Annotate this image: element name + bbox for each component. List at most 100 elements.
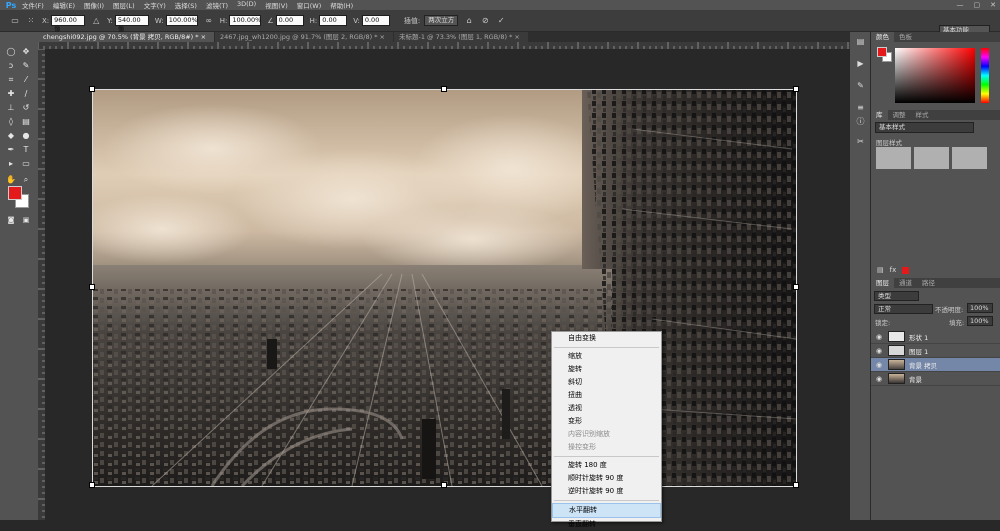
red-color-icon[interactable]: [902, 266, 910, 274]
close-icon[interactable]: ✕: [990, 1, 996, 9]
vskew-input[interactable]: 0.00: [361, 15, 390, 26]
layer-row[interactable]: ◉ 背景 拷贝: [871, 358, 1000, 372]
styles-panel-tab[interactable]: 样式: [911, 110, 934, 120]
transform-handle-top[interactable]: [441, 86, 447, 92]
transform-handle-bottom[interactable]: [441, 482, 447, 488]
menu-item[interactable]: 文件(F): [22, 0, 44, 10]
history-panel-icon[interactable]: ▤: [855, 36, 866, 47]
delta-icon[interactable]: △: [91, 16, 101, 26]
context-menu-item[interactable]: 变形: [552, 415, 661, 428]
marquee-tool-icon[interactable]: ◯: [5, 46, 17, 57]
menu-item[interactable]: 帮助(H): [330, 0, 353, 10]
visibility-eye-icon[interactable]: ◉: [874, 347, 884, 355]
color-panel-tab[interactable]: 颜色: [871, 32, 894, 42]
context-menu-item[interactable]: 旋转: [552, 363, 661, 376]
context-menu-item[interactable]: 顺时针旋转 90 度: [552, 472, 661, 485]
menu-item[interactable]: 选择(S): [175, 0, 197, 10]
layers-panel-tab[interactable]: 路径: [917, 278, 940, 288]
fill-input[interactable]: 100%: [967, 316, 993, 326]
actions-panel-icon[interactable]: ▶: [855, 58, 866, 69]
crop-tool-icon[interactable]: ⌗: [5, 74, 17, 85]
hand-tool-icon[interactable]: ✋: [5, 174, 17, 185]
layer-row[interactable]: ◉ 图层 1: [871, 344, 1000, 358]
y-input[interactable]: 540.00 像: [114, 15, 149, 33]
reference-point-icon[interactable]: ⁙: [26, 16, 36, 26]
zoom-tool-icon[interactable]: ⌕: [20, 174, 32, 185]
x-input[interactable]: 960.00 像: [51, 15, 86, 33]
menu-item[interactable]: 文字(Y): [144, 0, 166, 10]
minimize-icon[interactable]: —: [957, 1, 964, 9]
layers-panel-tab[interactable]: 图层: [871, 278, 894, 288]
fx-icon[interactable]: fx: [890, 266, 897, 274]
eraser-tool-icon[interactable]: ◊: [5, 116, 17, 127]
style-swatch[interactable]: [952, 147, 987, 169]
transform-handle-bottom-left[interactable]: [89, 482, 95, 488]
brush-presets-icon[interactable]: ✎: [855, 80, 866, 91]
color-panel-tab[interactable]: 色板: [894, 32, 917, 42]
opacity-input[interactable]: 100%: [967, 303, 993, 313]
quick-mask-icon[interactable]: ◙: [5, 215, 17, 226]
menu-item[interactable]: 图层(L): [113, 0, 135, 10]
healing-tool-icon[interactable]: ✚: [5, 88, 17, 99]
info-panel-icon[interactable]: ⓘ: [855, 116, 866, 127]
angle-input[interactable]: 0.00: [275, 15, 304, 26]
document-image[interactable]: [92, 89, 796, 486]
dodge-tool-icon[interactable]: ●: [20, 130, 32, 141]
context-menu-item[interactable]: 逆时针旋转 90 度: [552, 485, 661, 498]
visibility-eye-icon[interactable]: ◉: [874, 333, 884, 341]
context-menu-item[interactable]: 旋转 180 度: [552, 459, 661, 472]
transform-handle-right[interactable]: [793, 284, 799, 290]
history-brush-tool-icon[interactable]: ↺: [20, 102, 32, 113]
cancel-transform-icon[interactable]: ⊘: [480, 16, 490, 26]
style-swatch[interactable]: [914, 147, 949, 169]
tab-close-icon[interactable]: ×: [377, 33, 385, 41]
blend-mode-select[interactable]: 正常: [874, 304, 933, 314]
document-tab[interactable]: chengshi092.jpg @ 70.5% (背景 拷贝, RGB/8#) …: [38, 32, 215, 42]
style-swatch[interactable]: [876, 147, 911, 169]
layer-filter-select[interactable]: 类型: [874, 291, 919, 301]
tab-close-icon[interactable]: ×: [199, 33, 206, 41]
h-input[interactable]: 100.00%: [229, 15, 262, 26]
style-folder-icon[interactable]: ▤: [877, 266, 884, 274]
type-tool-icon[interactable]: T: [20, 144, 32, 155]
tab-close-icon[interactable]: ×: [512, 33, 519, 41]
screen-mode-icon[interactable]: ▣: [20, 215, 32, 226]
transform-handle-left[interactable]: [89, 284, 95, 290]
menu-item[interactable]: 滤镜(T): [206, 0, 228, 10]
layers-panel-tab[interactable]: 通道: [894, 278, 917, 288]
link-icon[interactable]: ∞: [204, 16, 214, 26]
context-menu-item[interactable]: 透视: [552, 402, 661, 415]
menu-item[interactable]: 3D(D): [237, 0, 256, 10]
styles-panel-tab[interactable]: 调整: [888, 110, 911, 120]
properties-panel-icon[interactable]: ≡: [855, 102, 866, 113]
document-tab[interactable]: 未标题-1 @ 73.3% (图层 1, RGB/8) * ×: [393, 32, 528, 42]
transform-handle-top-left[interactable]: [89, 86, 95, 92]
layer-row[interactable]: ◉ 背景: [871, 372, 1000, 386]
layer-row[interactable]: ◉ 形状 1: [871, 330, 1000, 344]
styles-panel-tab[interactable]: 库: [871, 110, 888, 120]
blur-tool-icon[interactable]: ◆: [5, 130, 17, 141]
style-select[interactable]: 基本样式: [875, 122, 974, 133]
context-menu-item[interactable]: 缩放: [552, 350, 661, 363]
path-select-tool-icon[interactable]: ▸: [5, 158, 17, 169]
w-input[interactable]: 100.00%: [165, 15, 198, 26]
foreground-color-swatch[interactable]: [8, 186, 22, 200]
color-panel-foreground-swatch[interactable]: [877, 47, 887, 57]
transform-tool-icon[interactable]: ▭: [10, 16, 20, 26]
menu-item[interactable]: 编辑(E): [53, 0, 75, 10]
eyedropper-tool-icon[interactable]: ⁄: [20, 74, 32, 85]
document-tab[interactable]: 2467.jpg_wh1200.jpg @ 91.7% (图层 2, RGB/8…: [215, 32, 393, 42]
quick-select-tool-icon[interactable]: ✎: [20, 60, 32, 71]
context-menu-item[interactable]: 自由变换: [552, 332, 661, 345]
stamp-tool-icon[interactable]: ⊥: [5, 102, 17, 113]
hskew-input[interactable]: 0.00: [319, 15, 348, 26]
shape-tool-icon[interactable]: ▭: [20, 158, 32, 169]
visibility-eye-icon[interactable]: ◉: [874, 375, 884, 383]
menu-item[interactable]: 图像(I): [84, 0, 104, 10]
warp-mode-icon[interactable]: ⌂: [464, 16, 474, 26]
context-menu-item[interactable]: 扭曲: [552, 389, 661, 402]
brush-tool-icon[interactable]: ∕: [20, 88, 32, 99]
maximize-icon[interactable]: ▢: [974, 1, 981, 9]
tool-presets-icon[interactable]: ✂: [855, 136, 866, 147]
menu-item[interactable]: 窗口(W): [297, 0, 322, 10]
